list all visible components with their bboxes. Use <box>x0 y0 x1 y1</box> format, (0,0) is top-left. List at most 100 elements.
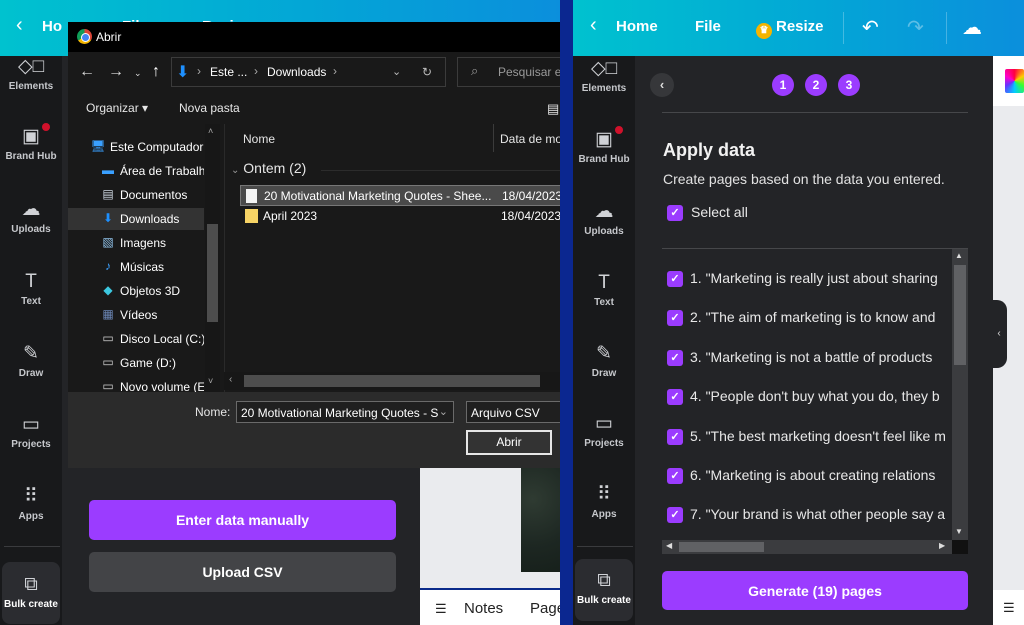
tree-item-v-deos[interactable]: ▦ Vídeos <box>68 304 204 326</box>
tree-item-game-d[interactable]: ▭ Game (D:) <box>68 352 204 374</box>
tree-item-downloads[interactable]: ⬇ Downloads <box>68 208 204 230</box>
sidebar-item-draw[interactable]: ✎ Draw <box>0 343 62 379</box>
column-header-name[interactable]: Nome <box>243 132 275 146</box>
home-link[interactable]: Ho <box>42 18 62 35</box>
tree-item--rea-de-trabalho[interactable]: ▬ Área de Trabalho <box>68 160 204 182</box>
search-input[interactable]: ⌕ Pesquisar em <box>457 57 560 87</box>
notes-icon[interactable]: ☰ <box>1003 600 1015 616</box>
new-folder-button[interactable]: Nova pasta <box>179 101 240 115</box>
data-row[interactable]: ✓ 5. "The best marketing doesn't feel lik… <box>662 426 952 450</box>
breadcrumb-downloads[interactable]: Downloads <box>267 65 326 79</box>
back-chevron-icon[interactable]: ‹ <box>16 14 23 37</box>
sidebar-item-text[interactable]: T Text <box>573 272 635 308</box>
up-arrow-icon[interactable]: ↑ <box>152 63 160 81</box>
file-row[interactable]: 20 Motivational Marketing Quotes - Shee.… <box>240 185 560 206</box>
group-header[interactable]: ⌄ Ontem (2) <box>231 160 306 176</box>
breadcrumb-this-pc[interactable]: Este ... <box>210 65 247 79</box>
data-row[interactable]: ✓ 6. "Marketing is about creating relatio… <box>662 465 952 489</box>
folder-row[interactable]: April 2023 18/04/2023 <box>240 206 560 227</box>
data-row[interactable]: ✓ 1. "Marketing is really just about shar… <box>662 268 952 292</box>
list-vertical-scrollbar[interactable]: ▲ ▼ <box>952 249 968 540</box>
scroll-down-icon[interactable]: ▼ <box>955 527 963 536</box>
refresh-icon[interactable]: ↻ <box>422 65 432 79</box>
recent-dropdown-icon[interactable]: ⌄ <box>134 68 142 79</box>
address-bar[interactable]: ⬇ › Este ... › Downloads › ⌄ ↻ <box>171 57 446 87</box>
sidebar-item-elements[interactable]: ◇□ Elements <box>573 58 635 94</box>
sidebar-item-bulk-create[interactable]: ⧉ Bulk create <box>573 570 635 606</box>
row-checkbox[interactable]: ✓ <box>667 468 683 484</box>
data-row[interactable]: ✓ 2. "The aim of marketing is to know and <box>662 307 952 331</box>
notes-icon[interactable]: ☰ <box>435 601 447 617</box>
list-scroll-thumb[interactable] <box>954 265 966 365</box>
tree-item-documentos[interactable]: ▤ Documentos <box>68 184 204 206</box>
sidebar-item-brand-hub[interactable]: ▣ Brand Hub <box>0 126 62 162</box>
select-all-label[interactable]: Select all <box>691 204 748 220</box>
back-chevron-icon[interactable]: ‹ <box>590 14 597 37</box>
file-name-input[interactable]: 20 Motivational Marketing Quotes - S ⌄ <box>236 401 454 423</box>
canvas-page-image[interactable] <box>521 468 560 572</box>
sidebar-item-uploads[interactable]: ☁ Uploads <box>573 201 635 237</box>
select-all-checkbox[interactable]: ✓ <box>667 205 683 221</box>
row-checkbox[interactable]: ✓ <box>667 310 683 327</box>
address-dropdown-icon[interactable]: ⌄ <box>392 65 401 78</box>
sidebar-item-text[interactable]: T Text <box>0 271 62 307</box>
row-checkbox[interactable]: ✓ <box>667 507 683 524</box>
scroll-up-icon[interactable]: ▲ <box>955 251 963 260</box>
sidebar-item-elements[interactable]: ◇□ Elements <box>0 56 62 92</box>
row-checkbox[interactable]: ✓ <box>667 428 683 445</box>
sidebar-item-draw[interactable]: ✎ Draw <box>573 343 635 379</box>
tree-scroll-thumb[interactable] <box>207 224 218 322</box>
tree-item-imagens[interactable]: ▧ Imagens <box>68 232 204 254</box>
sidebar-item-brand-hub[interactable]: ▣ Brand Hub <box>573 129 635 165</box>
sidebar-item-apps[interactable]: ⠿ Apps <box>573 484 635 520</box>
forward-arrow-icon[interactable]: → <box>108 63 124 81</box>
redo-icon[interactable]: ↷ <box>907 15 924 40</box>
pages-button[interactable]: Page <box>530 600 560 617</box>
tree-item-disco-local-c[interactable]: ▭ Disco Local (C:) <box>68 328 204 350</box>
sidebar-item-uploads[interactable]: ☁ Uploads <box>0 199 62 235</box>
tree-item-m-sicas[interactable]: ♪ Músicas <box>68 256 204 278</box>
scroll-up-icon[interactable]: ˄ <box>208 126 213 136</box>
sidebar-item-apps[interactable]: ⠿ Apps <box>0 486 62 522</box>
scroll-down-icon[interactable]: ˅ <box>208 376 213 386</box>
row-checkbox[interactable]: ✓ <box>667 349 683 366</box>
scroll-left-icon[interactable]: ‹ <box>229 374 232 385</box>
sidebar-item-projects[interactable]: ▭ Projects <box>0 414 62 450</box>
sidebar-item-projects[interactable]: ▭ Projects <box>573 413 635 449</box>
open-button[interactable]: Abrir <box>466 430 552 455</box>
list-hscroll-thumb[interactable] <box>679 542 764 552</box>
undo-icon[interactable]: ↶ <box>862 15 879 40</box>
generate-pages-button[interactable]: Generate (19) pages <box>662 571 968 610</box>
list-horizontal-scrollbar[interactable]: ◀ ▶ <box>662 540 952 554</box>
row-checkbox[interactable]: ✓ <box>667 271 683 287</box>
upload-csv-button[interactable]: Upload CSV <box>89 552 396 592</box>
back-arrow-icon[interactable]: ← <box>79 63 95 81</box>
notes-button[interactable]: Notes <box>464 600 503 617</box>
tree-item-objetos-3d[interactable]: ◆ Objetos 3D <box>68 280 204 302</box>
file-type-select[interactable]: Arquivo CSV <box>466 401 560 423</box>
sidebar-item-bulk-create[interactable]: ⧉ Bulk create <box>0 574 62 610</box>
cloud-saved-icon[interactable]: ☁ <box>962 15 982 40</box>
view-options-icon[interactable]: ▤ <box>547 101 559 117</box>
enter-data-manually-button[interactable]: Enter data manually <box>89 500 396 540</box>
file-list-scroll-thumb[interactable] <box>244 375 540 387</box>
color-picker-icon[interactable] <box>1005 69 1024 93</box>
tree-scrollbar[interactable]: ˄ ˅ <box>205 124 220 392</box>
scroll-left-icon[interactable]: ◀ <box>666 541 672 550</box>
home-link[interactable]: Home <box>616 18 658 35</box>
back-button[interactable]: ‹ <box>650 73 674 97</box>
data-row[interactable]: ✓ 7. "Your brand is what other people say… <box>662 504 952 528</box>
collapse-panel-button[interactable]: ‹ <box>991 300 1007 368</box>
file-menu[interactable]: File <box>695 18 721 35</box>
data-row[interactable]: ✓ 3. "Marketing is not a battle of produc… <box>662 347 952 371</box>
column-separator[interactable] <box>493 124 494 152</box>
tree-item-este-computador[interactable]: 🖥 Este Computador <box>68 136 204 158</box>
resize-button[interactable]: ♛Resize <box>756 18 824 39</box>
row-checkbox[interactable]: ✓ <box>667 389 683 406</box>
data-row[interactable]: ✓ 4. "People don't buy what you do, they … <box>662 386 952 410</box>
file-name-dropdown-icon[interactable]: ⌄ <box>439 405 448 418</box>
column-header-date[interactable]: Data de modificação <box>500 132 560 146</box>
file-list-scrollbar[interactable]: ‹ <box>224 372 560 390</box>
organize-menu[interactable]: Organizar ▾ <box>86 101 148 115</box>
scroll-right-icon[interactable]: ▶ <box>939 541 945 550</box>
